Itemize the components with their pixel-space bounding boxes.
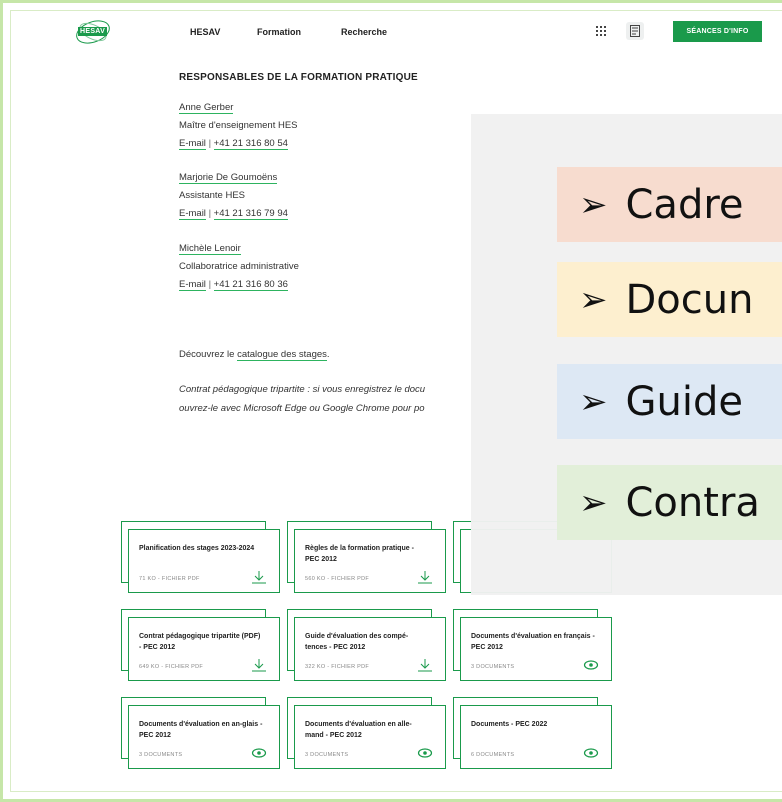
card-title: Documents d'évaluation en alle-mand - PE… (305, 721, 412, 739)
arrow-bullet-icon: ➢ (579, 381, 608, 422)
card-face: Documents d'évaluation en an-glais - PEC… (128, 705, 280, 769)
card-face: Documents - PEC 2022 6 DOCUMENTS (460, 705, 612, 769)
contract-note-line-1: Contrat pédagogique tripartite : si vous… (179, 384, 426, 395)
eye-icon[interactable] (251, 746, 267, 760)
document-card[interactable]: Guide d'évaluation des compé-tences - PE… (287, 609, 446, 681)
download-icon[interactable] (251, 570, 267, 584)
contact-name-link[interactable]: Marjorie De Goumoëns (179, 172, 278, 184)
document-card[interactable]: Règles de la formation pratique - PEC 20… (287, 521, 446, 593)
nav-recherche[interactable]: Recherche (341, 27, 387, 37)
document-card[interactable]: Planification des stages 2023-2024 71 KO … (121, 521, 280, 593)
contact-block-gerber: Anne Gerber Maître d'enseignement HES E-… (179, 99, 298, 153)
card-title: Contrat pédagogique tripartite (PDF) - P… (139, 633, 261, 651)
card-face: Documents d'évaluation en français - PEC… (460, 617, 612, 681)
contact-block-degoumoens: Marjorie De Goumoëns Assistante HES E-ma… (179, 169, 288, 223)
card-meta: 3 DOCUMENTS (139, 752, 183, 758)
eye-icon[interactable] (583, 746, 599, 760)
email-link[interactable]: E-mail (179, 279, 206, 291)
card-meta: 322 KO - FICHIER PDF (305, 664, 370, 670)
eye-icon[interactable] (583, 658, 599, 672)
contact-name-link[interactable]: Anne Gerber (179, 102, 234, 114)
bullet-label: Contra (625, 479, 760, 526)
download-icon[interactable] (417, 658, 433, 672)
card-meta: 649 KO - FICHIER PDF (139, 664, 204, 670)
catalogue-link[interactable]: catalogue des stages (237, 349, 327, 361)
bullet-item-guide: ➢ Guide (557, 364, 782, 439)
contact-name-link[interactable]: Michèle Lenoir (179, 243, 241, 255)
card-face: Documents d'évaluation en alle-mand - PE… (294, 705, 446, 769)
card-face: Guide d'évaluation des compé-tences - PE… (294, 617, 446, 681)
bullet-item-contrat: ➢ Contra (557, 465, 782, 540)
card-face: Règles de la formation pratique - PEC 20… (294, 529, 446, 593)
separator: | (208, 279, 212, 290)
card-title: Guide d'évaluation des compé-tences - PE… (305, 633, 409, 651)
separator: | (208, 138, 212, 149)
catalogue-suffix: . (326, 349, 330, 360)
nav-formation[interactable]: Formation (257, 27, 301, 37)
apps-grid-icon[interactable] (592, 22, 610, 40)
document-card[interactable]: Documents - PEC 2022 6 DOCUMENTS (453, 697, 612, 769)
contact-role: Assistante HES (179, 190, 245, 201)
logo-text: HESAV (78, 27, 108, 36)
contact-role: Maître d'enseignement HES (179, 120, 298, 131)
phone-link[interactable]: +41 21 316 80 54 (213, 138, 288, 150)
card-meta: 6 DOCUMENTS (471, 752, 515, 758)
download-icon[interactable] (417, 570, 433, 584)
catalogue-paragraph: Découvrez le catalogue des stages. (179, 345, 330, 364)
bullet-label: Docun (625, 276, 754, 323)
bullet-label: Guide (625, 378, 743, 425)
download-icon[interactable] (251, 658, 267, 672)
arrow-bullet-icon: ➢ (579, 184, 608, 225)
page-heading: RESPONSABLES DE LA FORMATION PRATIQUE (179, 72, 418, 83)
info-sessions-button[interactable]: SÉANCES D'INFO (673, 21, 762, 42)
email-link[interactable]: E-mail (179, 208, 206, 220)
card-title: Règles de la formation pratique - PEC 20… (305, 545, 414, 563)
card-face: Planification des stages 2023-2024 71 KO … (128, 529, 280, 593)
contact-block-lenoir: Michèle Lenoir Collaboratrice administra… (179, 240, 299, 294)
separator: | (208, 208, 212, 219)
card-meta: 71 KO - FICHIER PDF (139, 576, 200, 582)
arrow-bullet-icon: ➢ (579, 279, 608, 320)
bullet-label: Cadre (625, 181, 744, 228)
eye-icon[interactable] (417, 746, 433, 760)
card-title: Planification des stages 2023-2024 (139, 545, 255, 552)
email-link[interactable]: E-mail (179, 138, 206, 150)
card-face: Contrat pédagogique tripartite (PDF) - P… (128, 617, 280, 681)
card-meta: 560 KO - FICHIER PDF (305, 576, 370, 582)
contact-role: Collaboratrice administrative (179, 261, 299, 272)
card-meta: 3 DOCUMENTS (471, 664, 515, 670)
bullet-item-cadre: ➢ Cadre (557, 167, 782, 242)
card-title: Documents d'évaluation en an-glais - PEC… (139, 721, 263, 739)
arrow-bullet-icon: ➢ (579, 482, 608, 523)
document-card[interactable]: Documents d'évaluation en français - PEC… (453, 609, 612, 681)
document-list-icon[interactable] (626, 22, 644, 40)
document-card[interactable]: Documents d'évaluation en an-glais - PEC… (121, 697, 280, 769)
contract-note-line-2: ouvrez-le avec Microsoft Edge ou Google … (179, 403, 425, 414)
card-title: Documents - PEC 2022 (471, 721, 548, 728)
nav-hesav[interactable]: HESAV (190, 27, 220, 37)
phone-link[interactable]: +41 21 316 80 36 (213, 279, 288, 291)
card-title: Documents d'évaluation en français - PEC… (471, 633, 595, 651)
card-meta: 3 DOCUMENTS (305, 752, 349, 758)
phone-link[interactable]: +41 21 316 79 94 (213, 208, 288, 220)
document-card[interactable]: Documents d'évaluation en alle-mand - PE… (287, 697, 446, 769)
bullet-item-documents: ➢ Docun (557, 262, 782, 337)
document-card[interactable]: Contrat pédagogique tripartite (PDF) - P… (121, 609, 280, 681)
catalogue-prefix: Découvrez le (179, 349, 238, 360)
